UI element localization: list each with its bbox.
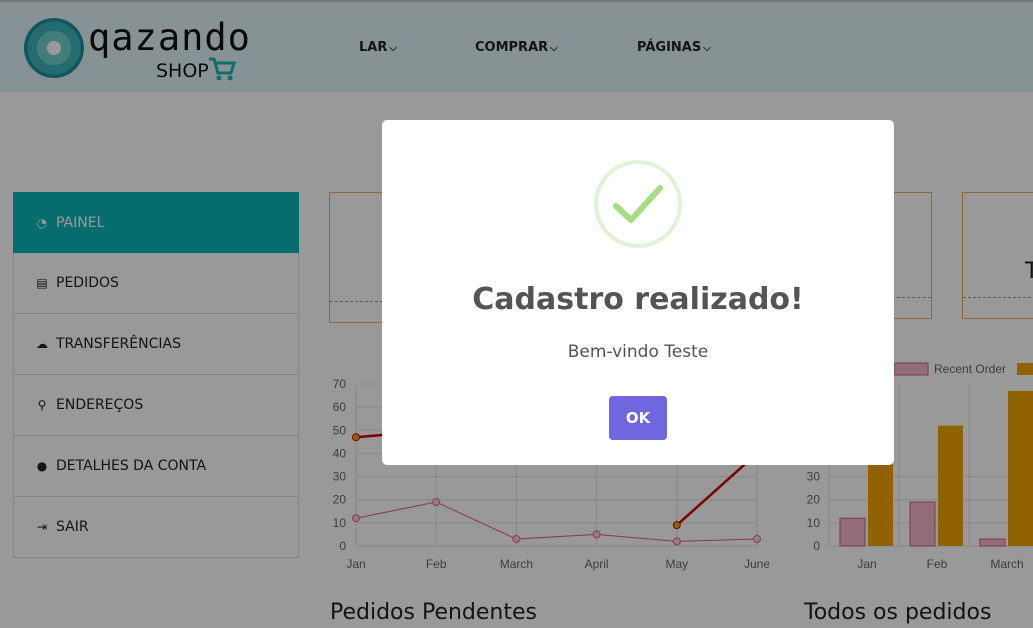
ok-button[interactable]: OK [609, 396, 667, 440]
dialog-message: Bem-vindo Teste [567, 342, 709, 362]
success-check-icon [594, 160, 682, 248]
dialog-title: Cadastro realizado! [472, 282, 804, 317]
success-dialog: Cadastro realizado! Bem-vindo Teste OK [382, 120, 894, 465]
